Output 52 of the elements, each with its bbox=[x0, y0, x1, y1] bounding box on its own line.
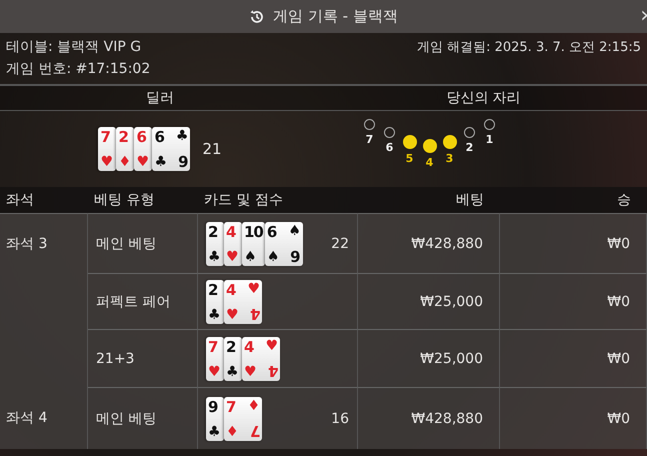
column-header: 좌석 bbox=[0, 187, 88, 213]
history-icon bbox=[249, 8, 266, 24]
win-amount-cell: ₩0 bbox=[500, 273, 647, 329]
playing-card: 6 ♣ ♣ 6 bbox=[152, 127, 190, 171]
section-heading: 딜러 bbox=[145, 89, 175, 107]
seat-number: 7 bbox=[366, 133, 374, 146]
playing-card: 2 ♣ bbox=[206, 280, 224, 324]
close-button[interactable]: › bbox=[640, 6, 647, 26]
game-number: 게임 번호: #17:15:02 bbox=[6, 60, 152, 78]
seat-cell: 좌석 3 bbox=[0, 213, 88, 273]
section-heading: 당신의 자리 bbox=[445, 89, 522, 107]
table-name: 테이블: 블랙잭 VIP G bbox=[6, 38, 142, 56]
hand-score: 16 bbox=[331, 410, 349, 426]
playing-card: 4 ♥ bbox=[224, 222, 242, 266]
win-amount-cell: ₩0 bbox=[500, 329, 647, 387]
column-header: 베팅 bbox=[358, 187, 500, 213]
bet-amount-cell: ₩428,880 bbox=[358, 387, 500, 449]
bet-type-cell: 21+3 bbox=[88, 329, 198, 387]
playing-card: 9 ♣ bbox=[206, 396, 224, 440]
bet-amount-cell: ₩428,880 bbox=[358, 213, 500, 273]
win-amount-cell: ₩0 bbox=[500, 213, 647, 273]
playing-card: 7 ♥ bbox=[206, 336, 224, 380]
bet-type-cell: 퍼펙트 페어 bbox=[88, 273, 198, 329]
playing-card: 2 ♦ bbox=[116, 127, 134, 171]
column-header: 카드 및 점수 bbox=[198, 187, 358, 213]
win-amount-cell: ₩0 bbox=[500, 387, 647, 449]
seat-cell: 좌석 4 bbox=[0, 387, 88, 449]
seat-number: 6 bbox=[386, 141, 394, 154]
seat-number: 2 bbox=[466, 141, 474, 154]
seat-number: 5 bbox=[406, 152, 414, 165]
bet-type-cell: 메인 베팅 bbox=[88, 213, 198, 273]
playing-card: 10 ♠ bbox=[242, 222, 265, 266]
window-title: 게임 기록 - 블랙잭 bbox=[273, 7, 398, 26]
hand-score: 22 bbox=[331, 236, 349, 252]
playing-card: 7 ♦ ♦ 7 bbox=[224, 396, 262, 440]
playing-card: 6 ♥ bbox=[134, 127, 152, 171]
bet-type-cell: 메인 베팅 bbox=[88, 387, 198, 449]
resolved-time: 게임 해결됨: 2025. 3. 7. 오전 2:15:5 bbox=[416, 39, 641, 56]
playing-card: 7 ♥ bbox=[98, 127, 116, 171]
playing-card: 4 ♥ ♥ 4 bbox=[224, 280, 262, 324]
seat-number: 3 bbox=[446, 152, 454, 165]
playing-card: 4 ♥ ♥ 4 bbox=[242, 336, 280, 380]
column-header: 승 bbox=[500, 187, 647, 213]
playing-card: 2 ♣ bbox=[206, 222, 224, 266]
bet-amount-cell: ₩25,000 bbox=[358, 273, 500, 329]
seat-number: 1 bbox=[486, 133, 494, 146]
dealer-score: 21 bbox=[202, 140, 222, 158]
bet-amount-cell: ₩25,000 bbox=[358, 329, 500, 387]
playing-card: 6 ♠ ♠ 6 bbox=[264, 222, 303, 266]
seat-number: 4 bbox=[426, 156, 434, 169]
column-header: 베팅 유형 bbox=[88, 187, 198, 213]
playing-card: 2 ♣ bbox=[224, 336, 242, 380]
